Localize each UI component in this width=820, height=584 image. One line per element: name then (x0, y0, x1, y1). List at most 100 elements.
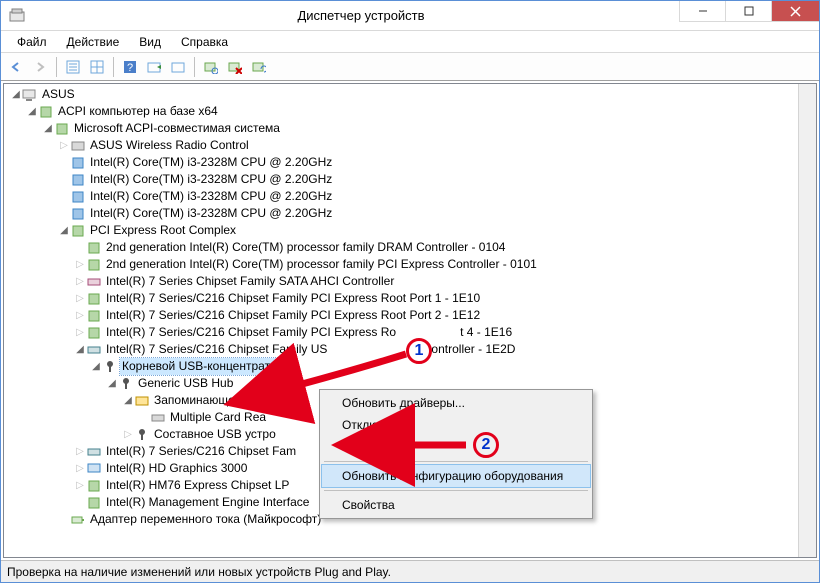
app-icon (9, 8, 25, 24)
tree-label: Multiple Card Rea (168, 409, 268, 426)
tree-root[interactable]: ◢ ASUS (8, 86, 812, 103)
tree-label: Intel(R) Core(TM) i3-2328M CPU @ 2.20GHz (88, 171, 334, 188)
tree-item[interactable]: ◢ ACPI компьютер на базе x64 (8, 103, 812, 120)
minimize-button[interactable] (679, 1, 725, 22)
usb-icon (134, 427, 150, 443)
menu-properties[interactable]: Свойства (322, 494, 590, 516)
uninstall-icon[interactable] (224, 56, 246, 78)
usb-icon (118, 376, 134, 392)
cpu-icon (70, 155, 86, 171)
tree-item[interactable]: Intel(R) Core(TM) i3-2328M CPU @ 2.20GHz (8, 171, 812, 188)
detail-icon[interactable] (62, 56, 84, 78)
computer-icon (22, 87, 38, 103)
menu-action[interactable]: Действие (57, 33, 130, 51)
tree-label: Intel(R) 7 Series/C216 Chipset Family US (104, 341, 329, 358)
tree-label: Intel(R) 7 Series/C216 Chipset Family PC… (104, 324, 398, 341)
menu-help[interactable]: Справка (171, 33, 238, 51)
statusbar: Проверка на наличие изменений или новых … (1, 560, 819, 582)
tree-label: Intel(R) Management Engine Interface (104, 494, 311, 511)
tree-item[interactable]: ▷Intel(R) 7 Series/C216 Chipset Family P… (8, 290, 812, 307)
device-icon (70, 138, 86, 154)
toolbar: ? (1, 53, 819, 81)
back-icon[interactable] (5, 56, 27, 78)
update-icon[interactable] (248, 56, 270, 78)
chip-icon (86, 308, 102, 324)
disk-icon (86, 274, 102, 290)
tree-label: ASUS Wireless Radio Control (88, 137, 251, 154)
forward-icon[interactable] (29, 56, 51, 78)
close-button[interactable] (771, 1, 819, 22)
legacy-icon[interactable] (167, 56, 189, 78)
tree-item-selected[interactable]: ◢Корневой USB-концентратор (8, 358, 812, 375)
tree-item[interactable]: ◢Intel(R) 7 Series/C216 Chipset Family U… (8, 341, 812, 358)
tree-label: Generic USB Hub (136, 375, 235, 392)
tree-label: Intel(R) 7 Series/C216 Chipset Fam (104, 443, 298, 460)
tree-label: ASUS (40, 86, 77, 103)
tree-label: Корневой USB-концентратор (120, 358, 285, 375)
help-icon[interactable]: ? (119, 56, 141, 78)
menu-file[interactable]: Файл (7, 33, 57, 51)
titlebar: Диспетчер устройств (1, 1, 819, 31)
tree-label: 2nd generation Intel(R) Core(TM) process… (104, 239, 507, 256)
show-hidden-icon[interactable] (143, 56, 165, 78)
cpu-icon (70, 172, 86, 188)
disk-icon (150, 410, 166, 426)
scrollbar-thumb[interactable] (801, 104, 814, 364)
storage-icon (134, 393, 150, 409)
usb-icon (102, 359, 118, 375)
tree-label: 2nd generation Intel(R) Core(TM) process… (104, 256, 539, 273)
chip-icon (86, 478, 102, 494)
tree-item[interactable]: ▷Intel(R) 7 Series Chipset Family SATA A… (8, 273, 812, 290)
status-text: Проверка на наличие изменений или новых … (7, 565, 391, 579)
tree-item[interactable]: ▷2nd generation Intel(R) Core(TM) proces… (8, 256, 812, 273)
tree-label: Адаптер переменного тока (Майкрософт) (88, 511, 323, 528)
tree-label: Microsoft ACPI-совместимая система (72, 120, 282, 137)
chip-icon (38, 104, 54, 120)
tree-label: Intel(R) Core(TM) i3-2328M CPU @ 2.20GHz (88, 188, 334, 205)
tree-item[interactable]: ▷ ASUS Wireless Radio Control (8, 137, 812, 154)
cpu-icon (70, 206, 86, 222)
menu-separator (324, 490, 588, 491)
menu-delete[interactable]: Удалить (322, 436, 590, 458)
tree-label: Intel(R) Core(TM) i3-2328M CPU @ 2.20GHz (88, 154, 334, 171)
menu-view[interactable]: Вид (129, 33, 171, 51)
menu-disable[interactable]: Отключить (322, 414, 590, 436)
menu-refresh-hardware[interactable]: Обновить конфигурацию оборудования (322, 465, 590, 487)
chip-icon (86, 257, 102, 273)
tree-label: t 4 - 1E16 (458, 324, 514, 341)
cpu-icon (70, 189, 86, 205)
battery-icon (70, 512, 86, 528)
tree-item[interactable]: Intel(R) Core(TM) i3-2328M CPU @ 2.20GHz (8, 188, 812, 205)
scan-icon[interactable] (200, 56, 222, 78)
tree-item[interactable]: ▷Intel(R) 7 Series/C216 Chipset Family P… (8, 307, 812, 324)
tree-item[interactable]: Intel(R) Core(TM) i3-2328M CPU @ 2.20GHz (8, 154, 812, 171)
chip-icon (54, 121, 70, 137)
chip-icon (86, 495, 102, 511)
tree-item[interactable]: Intel(R) Core(TM) i3-2328M CPU @ 2.20GHz (8, 205, 812, 222)
menu-update-drivers[interactable]: Обновить драйверы... (322, 392, 590, 414)
tree-label: Intel(R) Core(TM) i3-2328M CPU @ 2.20GHz (88, 205, 334, 222)
chip-icon (70, 223, 86, 239)
maximize-button[interactable] (725, 1, 771, 22)
svg-text:?: ? (127, 62, 133, 74)
chip-icon (86, 325, 102, 341)
tree-label: Составное USB устро (152, 426, 278, 443)
usb-icon (86, 444, 102, 460)
tree-label: Intel(R) 7 Series/C216 Chipset Family PC… (104, 307, 482, 324)
tree-label: Intel(R) 7 Series/C216 Chipset Family PC… (104, 290, 482, 307)
tree-label: PCI Express Root Complex (88, 222, 238, 239)
tree-item[interactable]: 2nd generation Intel(R) Core(TM) process… (8, 239, 812, 256)
chip-icon (86, 240, 102, 256)
tree-label: Intel(R) HM76 Express Chipset LP (104, 477, 291, 494)
menubar: Файл Действие Вид Справка (1, 31, 819, 53)
context-menu: Обновить драйверы... Отключить Удалить О… (319, 389, 593, 519)
tree-item[interactable]: ◢ PCI Express Root Complex (8, 222, 812, 239)
tree-label: Intel(R) 7 Series Chipset Family SATA AH… (104, 273, 396, 290)
tree-label: ACPI компьютер на базе x64 (56, 103, 220, 120)
tree-label: Intel(R) HD Graphics 3000 (104, 460, 249, 477)
tree-item[interactable]: ◢ Microsoft ACPI-совместимая система (8, 120, 812, 137)
menu-separator (324, 461, 588, 462)
chip-icon (86, 291, 102, 307)
grid-icon[interactable] (86, 56, 108, 78)
tree-item[interactable]: ▷Intel(R) 7 Series/C216 Chipset Family P… (8, 324, 812, 341)
